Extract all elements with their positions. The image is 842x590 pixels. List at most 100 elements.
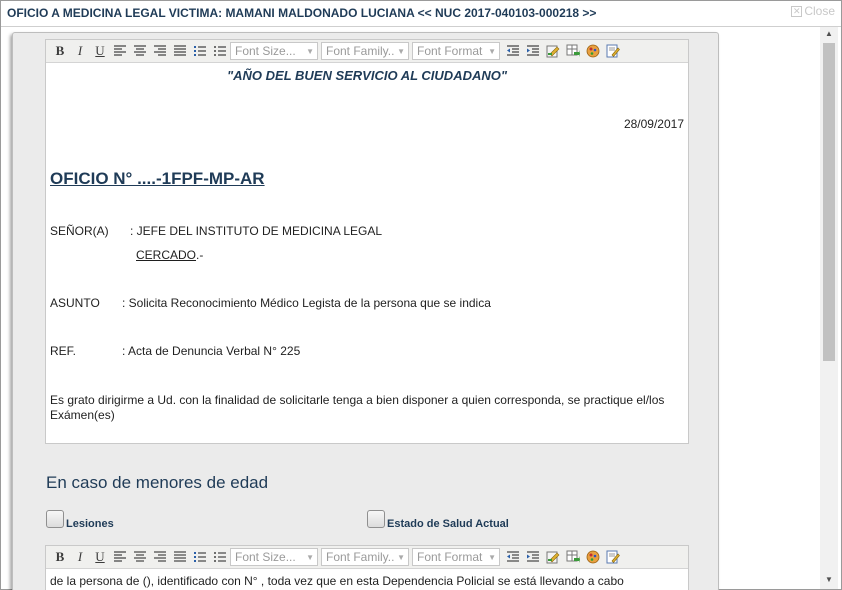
minors-section-title: En caso de menores de edad: [46, 473, 269, 492]
spellcheck-button[interactable]: [603, 42, 623, 60]
ref-label: REF.: [50, 344, 77, 358]
scroll-down-icon[interactable]: ▼: [824, 575, 834, 585]
image-button[interactable]: [583, 42, 603, 60]
indent-button[interactable]: [523, 548, 543, 566]
close-icon: ✕: [791, 5, 803, 17]
document-content[interactable]: "AÑO DEL BUEN SERVICIO AL CIUDADANO" 28/…: [46, 63, 688, 433]
chevron-down-icon: ▼: [488, 46, 496, 56]
justify-icon: [174, 551, 186, 562]
italic-button[interactable]: I: [70, 548, 90, 566]
align-left-button[interactable]: [110, 42, 130, 60]
scroll-up-icon[interactable]: ▲: [824, 29, 834, 39]
dialog-titlebar: OFICIO A MEDICINA LEGAL VICTIMA: MAMANI …: [1, 1, 841, 27]
unordered-list-icon: [214, 552, 226, 562]
outdent-button[interactable]: [503, 548, 523, 566]
document-motto: "AÑO DEL BUEN SERVICIO AL CIUDADANO": [226, 68, 508, 83]
indent-icon: [527, 551, 539, 562]
document-editor: B I U Font Size... ▼ Font Family.. ▼ Fon…: [45, 39, 689, 444]
asunto-line: ASUNTO: Solicita Reconocimiento Médico L…: [50, 296, 684, 310]
senor-line: SEÑOR(A) : JEFE DEL INSTITUTO DE MEDICINA…: [50, 224, 684, 238]
image-button[interactable]: [583, 548, 603, 566]
insert-table-icon: [566, 44, 580, 57]
font-format-select[interactable]: Font Format ▼: [412, 42, 500, 60]
align-right-button[interactable]: [150, 42, 170, 60]
asunto-label: ASUNTO: [50, 296, 100, 310]
font-format-value: Font Format: [417, 550, 483, 564]
cercado-line: CERCADO.-: [50, 248, 684, 262]
align-right-icon: [154, 45, 166, 56]
font-family-value: Font Family..: [326, 550, 395, 564]
underline-button[interactable]: U: [90, 42, 110, 60]
second-editor-text: de la persona de (), identificado con N°…: [50, 574, 624, 588]
oficio-title: OFICIO N° ....-1FPF-MP-AR: [50, 169, 265, 188]
unordered-list-button[interactable]: [210, 42, 230, 60]
unordered-list-button[interactable]: [210, 548, 230, 566]
ordered-list-icon: [194, 46, 206, 56]
insert-table-button[interactable]: [563, 548, 583, 566]
chevron-down-icon: ▼: [397, 46, 405, 56]
senor-value: : JEFE DEL INSTITUTO DE MEDICINA LEGAL: [130, 224, 383, 238]
editor-toolbar: B I U Font Size... ▼ Font Family.. ▼ Fon…: [46, 546, 688, 569]
edit-html-button[interactable]: [543, 548, 563, 566]
senor-label: SEÑOR(A): [50, 224, 109, 238]
align-right-button[interactable]: [150, 548, 170, 566]
dialog-window: OFICIO A MEDICINA LEGAL VICTIMA: MAMANI …: [0, 0, 842, 590]
ordered-list-button[interactable]: [190, 42, 210, 60]
font-family-select[interactable]: Font Family.. ▼: [321, 42, 409, 60]
chevron-down-icon: ▼: [306, 46, 314, 56]
font-size-select[interactable]: Font Size... ▼: [230, 42, 318, 60]
italic-button[interactable]: I: [70, 42, 90, 60]
estado-salud-checkbox[interactable]: [367, 510, 385, 528]
bold-button[interactable]: B: [50, 548, 70, 566]
font-format-select[interactable]: Font Format ▼: [412, 548, 500, 566]
indent-icon: [527, 45, 539, 56]
unordered-list-icon: [214, 46, 226, 56]
cercado-text: CERCADO: [136, 248, 197, 262]
indent-button[interactable]: [523, 42, 543, 60]
edit-document-icon: [606, 44, 620, 58]
spellcheck-button[interactable]: [603, 548, 623, 566]
ordered-list-button[interactable]: [190, 548, 210, 566]
lesiones-label: Lesiones: [66, 518, 114, 530]
edit-html-icon: [546, 45, 560, 58]
close-button[interactable]: ✕ Close: [791, 4, 835, 18]
scrollbar-thumb[interactable]: [823, 43, 835, 361]
ref-value: : Acta de Denuncia Verbal N° 225: [122, 344, 301, 358]
chevron-down-icon: ▼: [488, 552, 496, 562]
align-center-button[interactable]: [130, 42, 150, 60]
align-center-icon: [134, 45, 146, 56]
underline-button[interactable]: U: [90, 548, 110, 566]
align-right-icon: [154, 551, 166, 562]
outdent-button[interactable]: [503, 42, 523, 60]
outdent-icon: [507, 45, 519, 56]
font-size-select[interactable]: Font Size... ▼: [230, 548, 318, 566]
lesiones-checkbox[interactable]: [46, 510, 64, 528]
font-family-value: Font Family..: [326, 44, 395, 58]
font-family-select[interactable]: Font Family.. ▼: [321, 548, 409, 566]
outdent-icon: [507, 551, 519, 562]
dialog-title: OFICIO A MEDICINA LEGAL VICTIMA: MAMANI …: [7, 6, 597, 20]
body-paragraph: Es grato dirigirme a Ud. con la finalida…: [50, 393, 665, 422]
justify-button[interactable]: [170, 548, 190, 566]
second-editor-content[interactable]: de la persona de (), identificado con N°…: [46, 569, 688, 590]
close-label: Close: [804, 4, 835, 18]
edit-document-icon: [606, 550, 620, 564]
estado-salud-label: Estado de Salud Actual: [387, 518, 509, 530]
vertical-scrollbar[interactable]: ▲ ▼: [820, 27, 838, 589]
justify-button[interactable]: [170, 42, 190, 60]
cercado-suffix: .-: [196, 248, 204, 262]
align-left-icon: [114, 45, 126, 56]
align-center-button[interactable]: [130, 548, 150, 566]
second-editor: B I U Font Size... ▼ Font Family.. ▼ Fon…: [45, 545, 689, 590]
insert-table-button[interactable]: [563, 42, 583, 60]
ref-line: REF. : Acta de Denuncia Verbal N° 225: [50, 344, 684, 358]
dialog-content: B I U Font Size... ▼ Font Family.. ▼ Fon…: [1, 27, 821, 590]
font-size-value: Font Size...: [235, 550, 296, 564]
ordered-list-icon: [194, 552, 206, 562]
lesiones-option: Lesiones: [46, 510, 114, 530]
bold-button[interactable]: B: [50, 42, 70, 60]
document-date: 28/09/2017: [623, 117, 684, 131]
align-left-button[interactable]: [110, 548, 130, 566]
form-panel: B I U Font Size... ▼ Font Family.. ▼ Fon…: [12, 32, 719, 590]
edit-html-button[interactable]: [543, 42, 563, 60]
